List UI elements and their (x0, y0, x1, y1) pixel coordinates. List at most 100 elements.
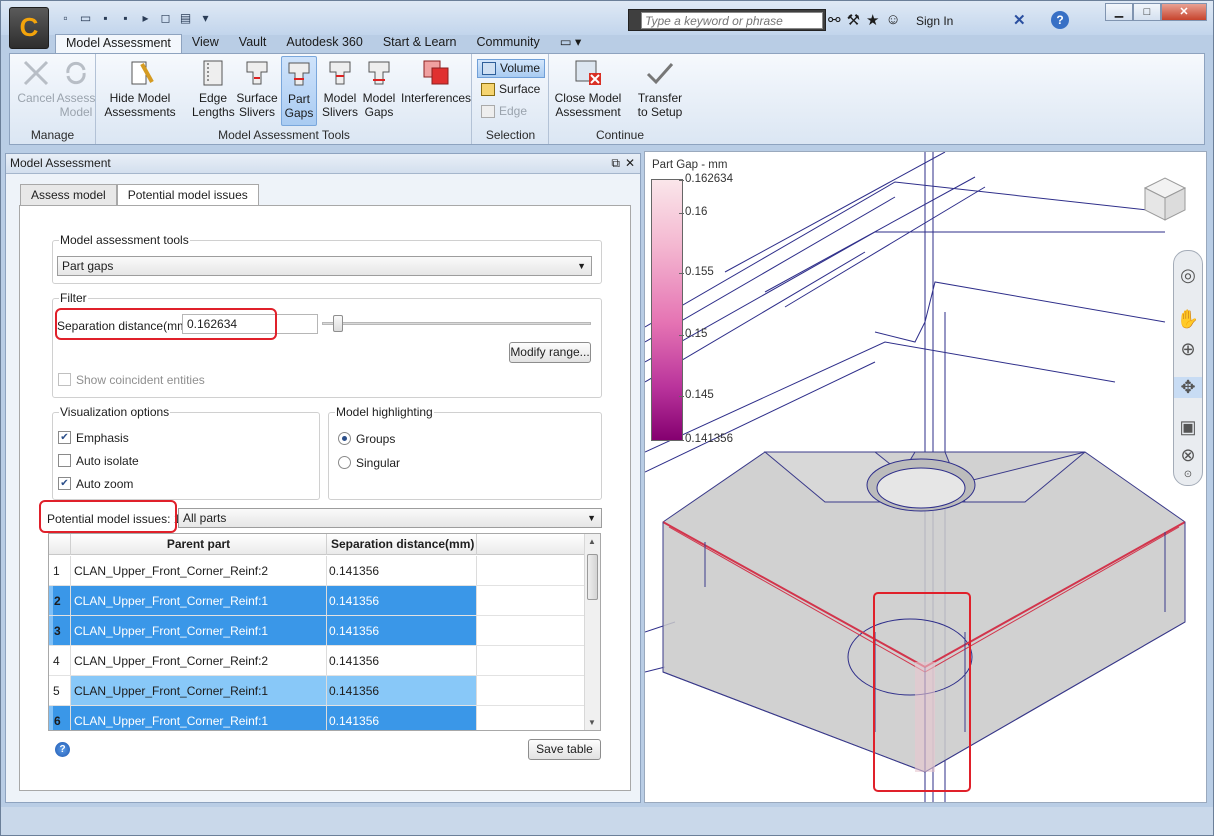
scale-tick: 0.145 (679, 389, 714, 401)
issues-table: Parent part Separation distance(mm) 1 CLA… (48, 533, 601, 731)
table-row[interactable]: 4 CLAN_Upper_Front_Corner_Reinf:2 0.141356 (49, 646, 585, 676)
table-row[interactable]: 5 CLAN_Upper_Front_Corner_Reinf:1 0.141356 (49, 676, 585, 706)
checkmark-icon (646, 63, 674, 85)
tab-vault[interactable]: Vault (229, 34, 277, 53)
float-panel-icon[interactable]: ⧉ (611, 154, 620, 173)
surface-slivers-button[interactable]: Surface Slivers (236, 56, 278, 126)
close-model-assessment-button[interactable]: Close Model Assessment (552, 56, 624, 126)
show-motion-icon[interactable]: ⊗ (1174, 445, 1202, 466)
model-gaps-button[interactable]: Model Gaps (361, 56, 397, 126)
table-scrollbar[interactable]: ▲ ▼ (584, 534, 600, 730)
viewcube-icon[interactable] (1135, 170, 1191, 226)
select-icon[interactable]: ▸ (137, 10, 154, 27)
search-input[interactable] (641, 12, 823, 29)
scrollbar-thumb[interactable] (587, 554, 598, 600)
tab-potential-model-issues[interactable]: Potential model issues (116, 184, 259, 206)
checkmark-icon: ✔ (58, 477, 71, 490)
exchange-icon[interactable]: ✕ (1013, 11, 1026, 29)
modify-range-button[interactable]: Modify range... (509, 342, 591, 363)
model-slivers-button[interactable]: Model Slivers (319, 56, 361, 126)
navbar-options-icon[interactable]: ⊙ (1174, 469, 1202, 480)
table-row[interactable]: 6 CLAN_Upper_Front_Corner_Reinf:1 0.141356 (49, 706, 585, 730)
part-gaps-label-1: Part (287, 92, 310, 106)
user-icon[interactable]: ☺ (885, 11, 900, 29)
gap-legend-title: Part Gap - mm (652, 159, 728, 171)
show-coincident-checkbox[interactable]: Show coincident entities (58, 373, 205, 387)
group-label-manage: Manage (30, 128, 75, 142)
separation-distance-cell: 0.141356 (327, 706, 477, 730)
interferences-button[interactable]: Interferences (401, 56, 471, 126)
surface-selection-button[interactable]: Surface (477, 81, 545, 100)
eraser-icon (131, 61, 154, 85)
row-number: 5 (49, 676, 71, 705)
surface-slivers-label-1: Surface (236, 91, 278, 105)
tab-view[interactable]: View (182, 34, 229, 53)
part-gaps-button[interactable]: Part Gaps (281, 56, 317, 126)
table-row[interactable]: 1 CLAN_Upper_Front_Corner_Reinf:2 0.141356 (49, 556, 585, 586)
dropdown-arrow-icon: ▼ (587, 513, 596, 523)
auto-zoom-checkbox[interactable]: ✔ Auto zoom (58, 477, 133, 491)
new-file-icon[interactable]: ▫ (57, 10, 74, 27)
ribbon-options-icon[interactable]: ▭ ▾ (550, 34, 592, 53)
surface-label: Surface (499, 82, 541, 96)
help-icon[interactable]: ? (1051, 11, 1069, 29)
singular-radio[interactable]: Singular (338, 456, 400, 470)
properties-icon[interactable]: ▤ (177, 10, 194, 27)
parent-part-cell: CLAN_Upper_Front_Corner_Reinf:1 (71, 706, 327, 730)
header-parent-part[interactable]: Parent part (71, 534, 327, 555)
tab-start-learn[interactable]: Start & Learn (373, 34, 467, 53)
tab-autodesk-360[interactable]: Autodesk 360 (276, 34, 372, 53)
interferences-icon (423, 60, 449, 85)
separation-highlight-box (55, 308, 277, 340)
tab-model-assessment[interactable]: Model Assessment (55, 34, 182, 53)
checkbox-box (58, 454, 71, 467)
model-slivers-icon (329, 61, 351, 85)
3d-viewport[interactable]: Part Gap - mm 0.162634 0.16 0.155 0.15 0… (644, 151, 1207, 803)
steering-wheel-icon[interactable]: ◎ (1174, 265, 1202, 286)
edge-lengths-button[interactable]: Edge Lengths (192, 56, 235, 126)
save-icon[interactable]: ▪ (97, 10, 114, 27)
help-icon[interactable]: ? (55, 742, 70, 757)
edge-selection-button[interactable]: Edge (477, 103, 545, 122)
auto-isolate-checkbox[interactable]: Auto isolate (58, 454, 139, 468)
orbit-icon[interactable]: ✥ (1174, 377, 1202, 398)
issues-filter-dropdown[interactable]: All parts ▼ (178, 508, 602, 528)
separation-slider-track[interactable] (322, 315, 591, 332)
look-at-icon[interactable]: ▣ (1174, 417, 1202, 438)
save-table-button[interactable]: Save table (528, 739, 601, 760)
table-row[interactable]: 3 CLAN_Upper_Front_Corner_Reinf:1 0.141356 (49, 616, 585, 646)
transfer-to-setup-button[interactable]: Transfer to Setup (632, 56, 688, 126)
emphasis-checkbox[interactable]: ✔ Emphasis (58, 431, 129, 445)
close-panel-icon[interactable]: ✕ (625, 154, 635, 173)
close-button[interactable]: ✕ (1161, 3, 1207, 21)
hide-model-assessments-button[interactable]: Hide Model Assessments (103, 56, 177, 126)
maximize-button[interactable]: □ (1133, 3, 1161, 21)
customize-qat-icon[interactable]: ▾ (197, 10, 214, 27)
save-all-icon[interactable]: ▪ (117, 10, 134, 27)
part-icon[interactable]: ◻ (157, 10, 174, 27)
wrench-icon[interactable]: ⚒ (847, 11, 860, 29)
binoculars-icon[interactable]: ⚯ (828, 11, 841, 29)
application-menu-button[interactable]: C (9, 7, 49, 49)
pan-hand-icon[interactable]: ✋ (1174, 309, 1202, 330)
star-icon[interactable]: ★ (866, 11, 879, 29)
open-folder-icon[interactable]: ▭ (77, 10, 94, 27)
separation-slider-thumb[interactable] (333, 315, 344, 332)
refresh-icon (66, 61, 86, 85)
tab-community[interactable]: Community (466, 34, 549, 53)
scroll-down-icon[interactable]: ▼ (588, 718, 596, 727)
row-number: 2 (49, 586, 71, 615)
header-separation-distance[interactable]: Separation distance(mm) (327, 534, 477, 555)
scroll-up-icon[interactable]: ▲ (588, 537, 596, 546)
assessment-tool-dropdown[interactable]: Part gaps ▼ (57, 256, 592, 276)
table-row[interactable]: 2 CLAN_Upper_Front_Corner_Reinf:1 0.141356 (49, 586, 585, 616)
groups-radio[interactable]: Groups (338, 432, 395, 446)
assess-model-button[interactable]: Assess Model (52, 56, 100, 126)
sign-in-link[interactable]: Sign In (916, 14, 953, 28)
tab-assess-model[interactable]: Assess model (20, 184, 117, 206)
visualization-legend: Visualization options (60, 405, 170, 419)
zoom-icon[interactable]: ⊕ (1174, 339, 1202, 360)
volume-selection-button[interactable]: Volume (477, 59, 545, 78)
minimize-button[interactable]: ▁ (1105, 3, 1133, 21)
model-gaps-icon (368, 61, 390, 85)
